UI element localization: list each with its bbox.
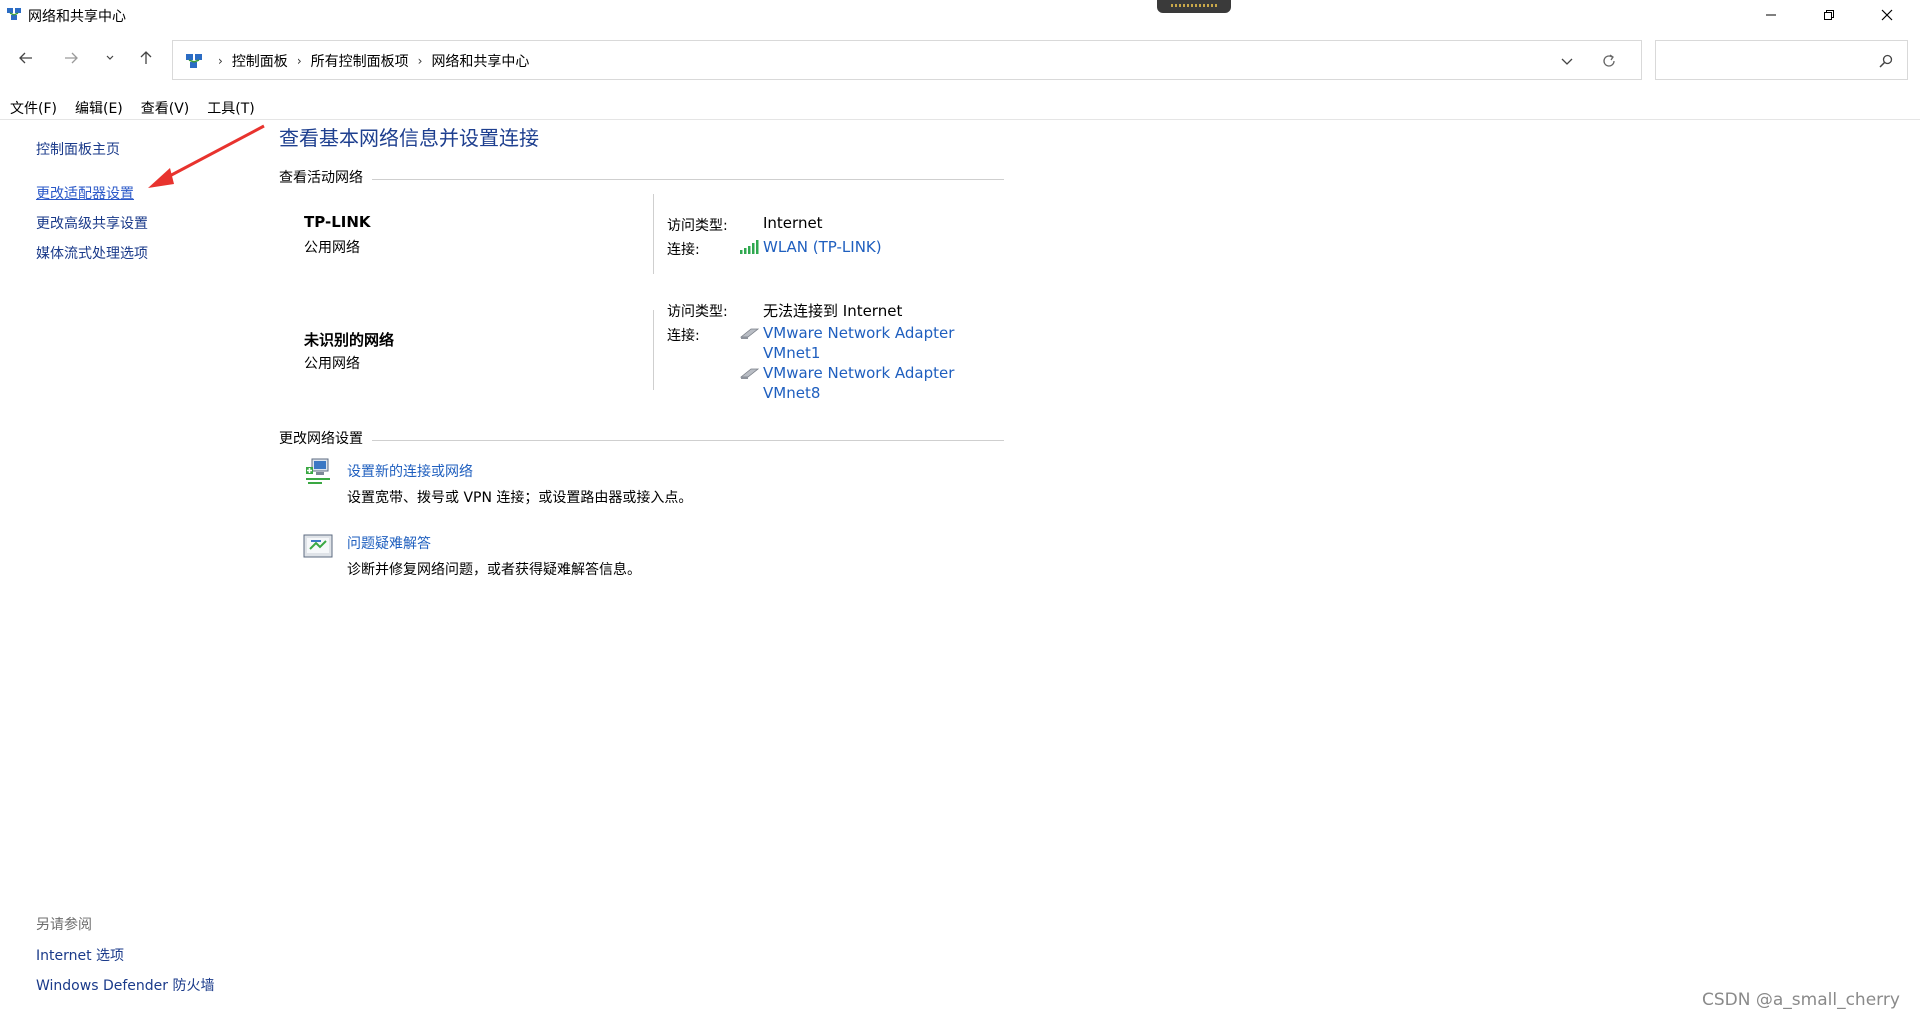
defender-firewall-link[interactable]: Windows Defender 防火墙 xyxy=(36,975,214,995)
network-category[interactable]: 公用网络 xyxy=(304,237,360,257)
search-input[interactable] xyxy=(1655,40,1908,80)
wlan-connection-link[interactable]: WLAN (TP-LINK) xyxy=(763,238,882,256)
ethernet-adapter-icon xyxy=(739,368,759,379)
breadcrumb-control-panel[interactable]: 控制面板 xyxy=(232,51,288,71)
connection-label: 连接: xyxy=(667,242,700,258)
network-name: 未识别的网络 xyxy=(304,331,395,349)
menu-file[interactable]: 文件(F) xyxy=(0,96,65,120)
setup-new-connection-description: 设置宽带、拨号或 VPN 连接；或设置路由器或接入点。 xyxy=(347,490,693,506)
minimize-button[interactable] xyxy=(1742,0,1800,30)
navigation-bar: › 控制面板 › 所有控制面板项 › 网络和共享中心 xyxy=(0,38,1920,84)
internet-options-link[interactable]: Internet 选项 xyxy=(36,945,124,965)
control-panel-home-link[interactable]: 控制面板主页 xyxy=(36,139,120,159)
address-dropdown-button[interactable] xyxy=(1557,51,1577,71)
menu-view[interactable]: 查看(V) xyxy=(131,96,198,120)
network-divider xyxy=(653,310,654,390)
up-button[interactable] xyxy=(132,44,160,72)
arrow-right-icon xyxy=(65,52,78,64)
network-center-icon xyxy=(7,8,21,20)
recent-locations-button[interactable] xyxy=(96,44,124,72)
section-divider xyxy=(372,179,1004,180)
annotation-arrow xyxy=(148,124,265,188)
ethernet-adapter-icon xyxy=(739,328,759,339)
network-divider xyxy=(653,194,654,274)
control-panel-icon xyxy=(186,54,202,68)
title-bar: 网络和共享中心 xyxy=(0,0,1920,30)
refresh-icon xyxy=(1603,54,1615,67)
network-name: TP-LINK xyxy=(304,213,371,231)
media-streaming-options-link[interactable]: 媒体流式处理选项 xyxy=(36,243,148,263)
breadcrumb-separator[interactable]: › xyxy=(297,54,302,68)
access-type-label: 访问类型: xyxy=(667,218,728,234)
access-type-label: 访问类型: xyxy=(667,304,728,320)
connection-label: 连接: xyxy=(667,328,700,344)
refresh-button[interactable] xyxy=(1599,51,1619,71)
vmnet8-connection-link-line2[interactable]: VMnet8 xyxy=(763,384,820,402)
menu-bar: 文件(F) 编辑(E) 查看(V) 工具(T) xyxy=(0,96,263,120)
active-networks-heading: 查看活动网络 xyxy=(279,170,363,186)
arrow-up-icon xyxy=(140,51,152,64)
see-also-heading: 另请参阅 xyxy=(36,917,92,933)
left-task-pane: 控制面板主页 更改适配器设置 更改高级共享设置 媒体流式处理选项 另请参阅 In… xyxy=(0,120,260,1021)
access-type-value: Internet xyxy=(763,214,823,232)
close-button[interactable] xyxy=(1858,0,1916,30)
troubleshoot-problems-description: 诊断并修复网络问题，或者获得疑难解答信息。 xyxy=(347,562,641,578)
access-type-value: 无法连接到 Internet xyxy=(763,302,903,320)
vmnet8-connection-link[interactable]: VMware Network Adapter xyxy=(763,364,954,382)
address-bar[interactable]: › 控制面板 › 所有控制面板项 › 网络和共享中心 xyxy=(172,40,1642,80)
new-connection-icon xyxy=(306,458,330,484)
change-adapter-settings-link[interactable]: 更改适配器设置 xyxy=(36,183,134,203)
back-button[interactable] xyxy=(12,44,40,72)
watermark: CSDN @a_small_cherry xyxy=(1702,990,1900,1010)
breadcrumb: › 控制面板 › 所有控制面板项 › 网络和共享中心 xyxy=(209,51,529,71)
troubleshoot-problems-link[interactable]: 问题疑难解答 xyxy=(347,533,431,553)
menu-tools[interactable]: 工具(T) xyxy=(197,96,262,120)
change-advanced-sharing-link[interactable]: 更改高级共享设置 xyxy=(36,213,148,233)
forward-button[interactable] xyxy=(57,44,85,72)
menu-divider xyxy=(0,119,1920,120)
breadcrumb-separator[interactable]: › xyxy=(218,54,223,68)
vmnet1-connection-link-line2[interactable]: VMnet1 xyxy=(763,344,820,362)
change-settings-heading: 更改网络设置 xyxy=(279,431,363,447)
vmnet1-connection-link[interactable]: VMware Network Adapter xyxy=(763,324,954,342)
troubleshoot-icon xyxy=(303,534,333,558)
drag-handle[interactable] xyxy=(1157,0,1231,13)
chevron-down-icon xyxy=(1561,58,1573,65)
breadcrumb-all-items[interactable]: 所有控制面板项 xyxy=(311,51,409,71)
network-category[interactable]: 公用网络 xyxy=(304,353,360,373)
menu-edit[interactable]: 编辑(E) xyxy=(65,96,131,120)
arrow-left-icon xyxy=(19,52,32,64)
page-title: 查看基本网络信息并设置连接 xyxy=(279,126,539,150)
restore-icon xyxy=(1824,10,1834,20)
breadcrumb-network-center[interactable]: 网络和共享中心 xyxy=(431,51,529,71)
minimize-icon xyxy=(1766,14,1776,16)
search-icon xyxy=(1879,54,1893,68)
wifi-signal-icon xyxy=(740,240,759,254)
breadcrumb-separator[interactable]: › xyxy=(418,54,423,68)
chevron-down-icon xyxy=(106,55,114,60)
close-icon xyxy=(1881,9,1893,21)
setup-new-connection-link[interactable]: 设置新的连接或网络 xyxy=(347,461,473,481)
window-title: 网络和共享中心 xyxy=(28,9,126,25)
section-divider xyxy=(372,440,1004,441)
restore-button[interactable] xyxy=(1800,0,1858,30)
